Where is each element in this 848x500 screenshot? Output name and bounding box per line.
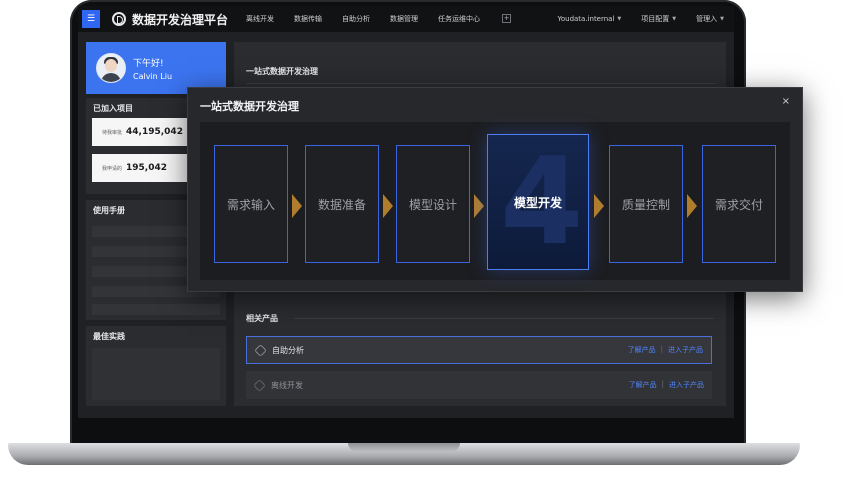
nav-item-data-management[interactable]: 数据管理 bbox=[390, 14, 418, 24]
add-icon[interactable]: + bbox=[502, 14, 512, 23]
step-label: 模型开发 bbox=[513, 195, 562, 210]
product-row-self-analysis[interactable]: 自助分析 了解产品 | 进入子产品 bbox=[246, 336, 712, 364]
top-nav-bar: ☰ 数据开发治理平台 离线开发 数据传输 自助分析 数据管理 任务运维中心 + … bbox=[78, 6, 734, 32]
list-item[interactable] bbox=[92, 304, 220, 315]
pending-approval-card[interactable]: 待我审批 44,195,042 bbox=[92, 118, 192, 146]
nav-right: Youdata.internal ▼ 项目配置 ▼ 管理入 ▼ bbox=[538, 6, 725, 32]
product-icon bbox=[253, 378, 266, 392]
chevron-down-icon: ▼ bbox=[617, 16, 622, 22]
avatar[interactable] bbox=[96, 53, 126, 83]
stat-label: 待我审批 bbox=[102, 129, 123, 136]
stat-value: 195,042 bbox=[126, 163, 168, 173]
product-row-offline-dev[interactable]: 离线开发 了解产品 | 进入子产品 bbox=[246, 371, 712, 399]
product-icon bbox=[254, 343, 267, 357]
step-label: 需求交付 bbox=[714, 197, 763, 212]
learn-product-link[interactable]: 了解产品 bbox=[628, 345, 656, 355]
modal-title: 一站式数据开发治理 bbox=[200, 100, 299, 113]
product-name: 离线开发 bbox=[271, 380, 303, 390]
product-name: 自助分析 bbox=[272, 345, 304, 355]
enter-subproduct-link[interactable]: 进入子产品 bbox=[668, 345, 703, 355]
enter-subproduct-link[interactable]: 进入子产品 bbox=[669, 380, 704, 390]
step-label: 需求输入 bbox=[226, 197, 275, 212]
stat-label: 我申请的 bbox=[102, 165, 123, 172]
step-requirement-input[interactable]: 需求输入 bbox=[214, 145, 288, 263]
greeting-text: 下午好! bbox=[133, 58, 164, 69]
step-delivery[interactable]: 需求交付 bbox=[702, 145, 776, 263]
admin-label: 管理入 bbox=[696, 15, 718, 23]
main-nav: 离线开发 数据传输 自助分析 数据管理 任务运维中心 + bbox=[246, 14, 512, 24]
chevron-down-icon: ▼ bbox=[720, 16, 724, 22]
my-applications-card[interactable]: 我申请的 195,042 bbox=[92, 154, 192, 182]
nav-item-self-analysis[interactable]: 自助分析 bbox=[342, 14, 370, 24]
step-label: 质量控制 bbox=[621, 197, 670, 212]
domain-dropdown[interactable]: Youdata.internal ▼ bbox=[558, 15, 622, 23]
step-model-design[interactable]: 模型设计 bbox=[396, 145, 470, 263]
user-name: Calvin Liu bbox=[133, 71, 173, 81]
close-icon[interactable]: × bbox=[782, 96, 790, 107]
best-practice-panel: 最佳实践 bbox=[86, 326, 226, 406]
workflow-steps: 需求输入 数据准备 模型设计 4 模型开发 质量控制 需求交付 bbox=[200, 122, 790, 280]
workflow-modal: 一站式数据开发治理 × 需求输入 数据准备 模型设计 4 模型开发 质量控制 需… bbox=[187, 87, 803, 292]
stat-value: 44,195,042 bbox=[126, 127, 183, 137]
nav-item-task-ops[interactable]: 任务运维中心 bbox=[438, 14, 480, 24]
nav-item-data-transfer[interactable]: 数据传输 bbox=[294, 14, 322, 24]
arrow-right-icon bbox=[383, 194, 393, 218]
product-links: 了解产品 | 进入子产品 bbox=[629, 380, 704, 390]
link-separator: | bbox=[661, 380, 664, 388]
divider bbox=[246, 83, 716, 84]
brand-title: 数据开发治理平台 bbox=[132, 12, 229, 27]
chevron-down-icon: ▼ bbox=[672, 16, 677, 22]
step-model-dev[interactable]: 4 模型开发 bbox=[487, 134, 589, 270]
admin-dropdown[interactable]: 管理入 ▼ bbox=[696, 14, 724, 24]
menu-icon[interactable]: ☰ bbox=[82, 10, 100, 28]
main-header: 一站式数据开发治理 bbox=[246, 67, 318, 76]
nav-item-offline-dev[interactable]: 离线开发 bbox=[246, 14, 274, 24]
best-practice-content[interactable] bbox=[92, 348, 220, 400]
product-links: 了解产品 | 进入子产品 bbox=[628, 345, 703, 355]
project-config-label: 项目配置 bbox=[641, 15, 670, 23]
step-data-prep[interactable]: 数据准备 bbox=[305, 145, 379, 263]
step-quality-control[interactable]: 质量控制 bbox=[609, 145, 683, 263]
step-label: 模型设计 bbox=[408, 197, 457, 212]
greeting-block: 下午好! Calvin Liu bbox=[133, 56, 172, 81]
divider bbox=[294, 318, 714, 319]
project-config-dropdown[interactable]: 项目配置 ▼ bbox=[641, 14, 676, 24]
step-label: 数据准备 bbox=[317, 197, 366, 212]
brand-logo-icon bbox=[112, 12, 126, 26]
domain-label: Youdata.internal bbox=[557, 15, 615, 23]
arrow-right-icon bbox=[292, 194, 302, 218]
laptop-notch bbox=[348, 443, 460, 451]
arrow-right-icon bbox=[594, 194, 604, 218]
arrow-right-icon bbox=[687, 194, 697, 218]
best-practice-title: 最佳实践 bbox=[93, 332, 125, 341]
arrow-right-icon bbox=[474, 194, 484, 218]
related-products-title: 相关产品 bbox=[246, 314, 278, 323]
link-separator: | bbox=[660, 345, 663, 353]
learn-product-link[interactable]: 了解产品 bbox=[629, 380, 657, 390]
